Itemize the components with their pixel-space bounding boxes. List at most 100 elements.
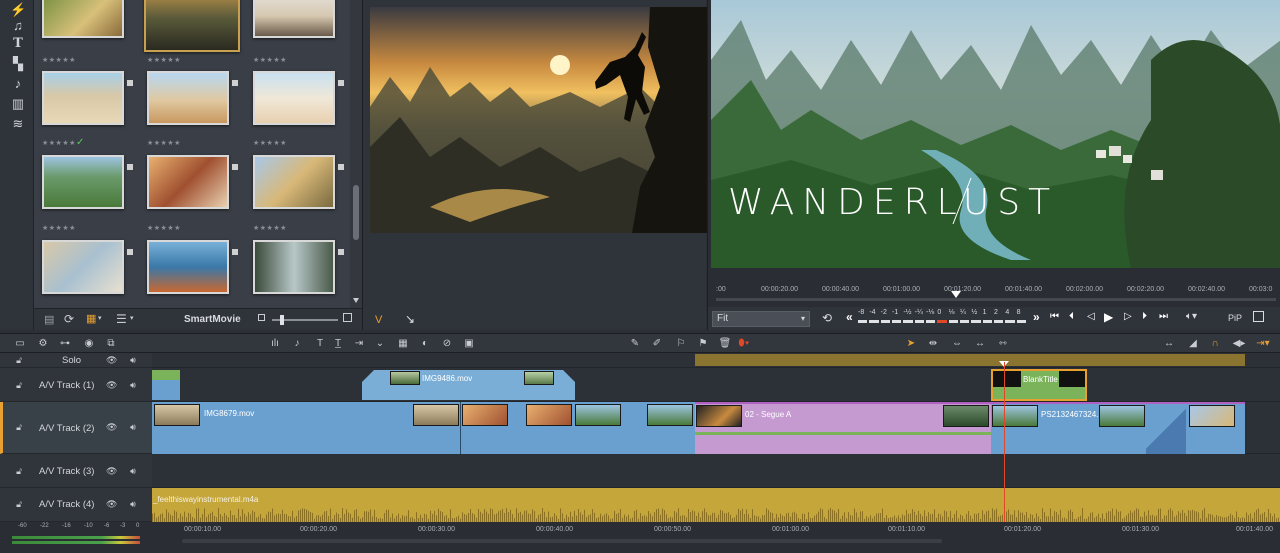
loop-icon[interactable]: ⟲ [822,311,832,325]
marker-icon[interactable]: ⚑ [696,337,710,351]
eye-icon[interactable]: 👁︎ [106,355,117,365]
pip-button[interactable]: PiP [1228,313,1242,323]
razor-icon[interactable]: ✎ [628,337,642,351]
rating-stars[interactable]: ★★★★★ [42,224,76,232]
program-preview-image[interactable]: WANDERLUST [711,0,1280,268]
list-view-icon[interactable]: ☰ [116,312,127,326]
audio-icon[interactable]: ♪ [10,76,26,92]
timeline-clip-segue[interactable]: 02 - Segue A [695,402,991,454]
track-header-1[interactable]: 🔓︎ A/V Track (1) 👁︎ 🔊︎ [0,368,152,402]
smartmovie-button[interactable]: SmartMovie [184,314,241,325]
rating-stars[interactable]: ★★★★★ [253,224,287,232]
snapshot-icon[interactable]: ▣ [462,337,476,351]
waveform-icon[interactable]: ≋ [10,116,26,132]
color-icon[interactable]: ◐ [418,337,432,351]
music-note-icon[interactable]: ♪ [290,337,304,351]
title-add-icon[interactable]: T̲ [331,337,345,351]
trim-mode-icon[interactable]: ⇹ [926,337,940,351]
slide-icon[interactable]: ↔ [973,337,987,351]
timeline-scrollbar[interactable] [182,539,942,543]
eye-icon[interactable]: 👁︎ [106,499,117,509]
timeline-clip-sequence[interactable] [461,402,695,454]
shuttle-speed-control[interactable]: -8 -4 -2 -1 -½ -¼ -⅛ 0 ⅛ ¼ ½ 1 2 4 8 [858,309,1028,327]
step-forward-icon[interactable]: ▷ [1124,311,1132,322]
split-icon[interactable]: ✐ [650,337,664,351]
previous-frame-icon[interactable]: ⏴ [1069,311,1074,322]
library-thumbnail[interactable] [147,240,229,294]
eye-icon[interactable]: 👁︎ [106,466,117,476]
record-icon[interactable]: ◉ [82,337,96,351]
scrubber-handle[interactable] [951,291,961,298]
lock-icon[interactable]: 🔓︎ [14,355,24,365]
timeline-clip-blanktitle[interactable]: BlankTitle [991,369,1087,401]
sync-icon[interactable]: ⟳ [64,312,74,326]
lock-icon[interactable]: 🔓︎ [14,466,24,476]
library-thumbnail[interactable] [42,71,124,125]
source-preview-image[interactable] [370,7,708,233]
slider-handle[interactable] [280,315,284,325]
link-icon[interactable]: ⊘ [440,337,454,351]
scroll-down-icon[interactable] [353,298,359,303]
fit-timeline-icon[interactable]: ↔ [1162,337,1176,351]
library-thumbnail[interactable] [253,0,335,38]
eye-icon[interactable]: 👁︎ [106,380,117,390]
pointer-icon[interactable]: ➤ [904,337,918,351]
stack-icon[interactable]: ▤ [44,313,54,326]
go-to-end-icon[interactable]: ⏭ [1159,311,1168,322]
library-thumbnail[interactable] [147,71,229,125]
zoom-large-icon[interactable] [343,313,352,322]
rating-stars[interactable]: ★★★★★ [253,139,287,147]
toggle-icon[interactable]: ⊶ [58,337,72,351]
audio-bars-icon[interactable]: ılı [268,337,282,351]
library-thumbnail[interactable] [253,155,335,209]
audio-scrub-icon[interactable]: ◀︎▸ [1232,337,1246,351]
transition-icon[interactable]: ▚ [10,56,26,72]
zoom-fit-select[interactable]: Fit ▾ [712,311,810,327]
settings-gear-icon[interactable]: ⚙ [36,337,50,351]
motion-icon[interactable]: ⌄ [373,337,387,351]
lightning-icon[interactable]: ⚡ [10,2,26,18]
rating-stars[interactable]: ★★★★★ [147,56,181,64]
program-time-ruler[interactable]: :00 00:00:20.00 00:00:40.00 00:01:00.00 … [711,282,1280,306]
music-icon[interactable]: ♫ [10,18,26,34]
track-header-4[interactable]: 🔓︎ A/V Track (4) 👁︎ 🔊︎ [0,488,152,522]
clipboard-icon[interactable]: ⧉ [104,337,118,351]
rating-stars[interactable]: ★★★★★ [42,139,76,147]
zoom-slider[interactable] [272,315,338,325]
speaker-icon[interactable]: 🔊︎ [128,355,138,365]
speaker-icon[interactable]: 🔊︎ [128,422,138,432]
library-thumbnail[interactable] [253,71,335,125]
rating-stars[interactable]: ★★★★★ [42,56,76,64]
track-header-solo[interactable]: 🔓︎ Solo 👁︎ 🔊︎ [0,353,152,368]
eye-icon[interactable]: 👁︎ [106,422,117,432]
slip-icon[interactable]: ⇔ [950,337,964,351]
next-frame-icon[interactable]: ⏵ [1142,311,1147,322]
library-thumbnail[interactable] [42,155,124,209]
delete-icon[interactable]: 🗑︎ [718,337,732,351]
ripple-icon[interactable]: ◢ [1186,337,1200,351]
scrub-bar[interactable] [716,298,1276,301]
transition-marker[interactable] [1146,404,1186,454]
library-thumbnail[interactable] [147,155,229,209]
rating-stars[interactable]: ★★★★★ [147,224,181,232]
chevron-down-icon[interactable]: ▾ [130,314,134,322]
timeline-ruler[interactable]: 00:00:10.00 00:00:20.00 00:00:30.00 00:0… [152,522,1280,553]
zoom-small-icon[interactable] [258,314,265,321]
library-thumbnail[interactable] [42,0,124,38]
lock-icon[interactable]: 🔓︎ [14,499,24,509]
lock-icon[interactable]: 🔓︎ [14,380,24,390]
shuttle-left-icon[interactable]: « [846,310,853,324]
speaker-icon[interactable]: 🔊︎ [128,466,138,476]
go-to-start-icon[interactable]: ⏮ [1050,311,1059,322]
insert-mode-icon[interactable]: ⇥▾ [1256,337,1270,351]
work-area-bar[interactable] [695,354,1245,366]
scrollbar-thumb[interactable] [353,185,359,240]
title-tool-icon[interactable]: T [313,337,327,351]
send-to-timeline-icon[interactable]: ↘ [405,312,415,326]
library-thumbnail-selected[interactable] [144,0,240,52]
library-thumbnail[interactable] [42,240,124,294]
marker-add-icon[interactable]: ⬮▾ [737,337,751,351]
track-lane-3[interactable] [152,454,1280,488]
play-icon[interactable]: ▶ [1104,310,1113,324]
stretch-icon[interactable]: ⇿ [996,337,1010,351]
